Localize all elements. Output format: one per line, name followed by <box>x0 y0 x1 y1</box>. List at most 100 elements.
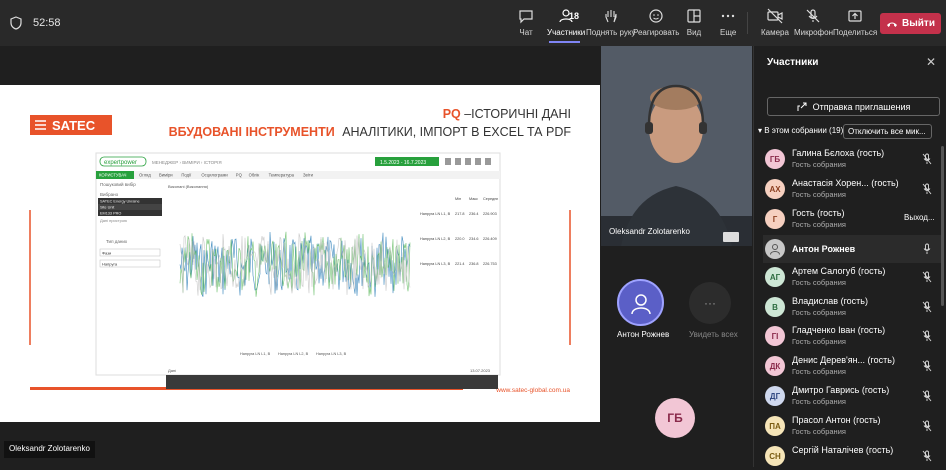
mic-off-icon <box>922 183 932 195</box>
participant-row[interactable]: ДК Денис Дерев'ян... (гость) Гость собрани… <box>763 352 943 380</box>
app-side-table-value: 226.903 <box>483 212 497 216</box>
toolbar-divider <box>747 12 748 34</box>
participant-tile-gb[interactable]: ГБ <box>655 398 695 438</box>
app-side-table-value: 226.409 <box>483 237 497 241</box>
heading-line1-rest: –ІСТОРИЧНІ ДАНІ <box>464 107 571 121</box>
app-tab: Виміри <box>159 173 173 178</box>
participant-role: Гость собрания <box>792 160 846 169</box>
app-screenshot: expertpower МЕНЕДЖЕР › ВИМІРИ › ІСТОРІЯ … <box>95 152 501 389</box>
app-breadcrumb: МЕНЕДЖЕР › ВИМІРИ › ІСТОРІЯ <box>152 160 222 165</box>
panel-title: Участники <box>767 57 819 68</box>
chat-icon <box>519 10 533 24</box>
app-chart-legend-item: Напруга LN L1, В <box>240 352 271 356</box>
app-side-table-value: 236.8 <box>469 262 479 266</box>
participant-name: Антон Рожнев <box>792 244 856 254</box>
heading-line1-accent: PQ <box>443 107 461 121</box>
participant-row[interactable]: ГБ Галина Бєлоха (гость) Гость собрания <box>763 145 943 173</box>
participant-row[interactable]: В Владислав (гость) Гость собрания <box>763 293 943 321</box>
participant-avatar: ПА <box>765 416 785 436</box>
shared-slide: SATEC PQ –ІСТОРИЧНІ ДАНІ ВБУДОВАНІ ІНСТР… <box>0 85 600 422</box>
see-all-button[interactable]: ··· <box>689 282 731 324</box>
app-sidebar-data-group: Дані пристрою <box>100 218 127 223</box>
app-tab: Осцилограми <box>201 173 228 178</box>
chat-label: Чат <box>519 28 533 37</box>
chat-button[interactable]: Чат <box>518 8 534 37</box>
participant-row[interactable]: ГІ Гладченко Іван (гость) Гость собрания <box>763 322 943 350</box>
mic-off-icon <box>922 450 932 462</box>
app-chart-legend-item: Напруга LN L2, В <box>278 352 309 356</box>
share-link-icon <box>797 102 807 111</box>
share-button[interactable]: Поделиться <box>833 8 877 37</box>
slide-canvas: SATEC PQ –ІСТОРИЧНІ ДАНІ ВБУДОВАНІ ІНСТР… <box>29 107 572 394</box>
mic-off-icon <box>922 360 932 372</box>
shield-icon <box>10 16 22 30</box>
raise-hand-button[interactable]: Поднять руку <box>586 8 635 37</box>
participant-row[interactable]: АГ Артем Салогуб (гость) Гость собрания <box>763 263 943 291</box>
slide-heading-line2: ВБУДОВАНІ ІНСТРУМЕНТИ АНАЛІТИКИ, ІМПОРТ … <box>169 125 572 139</box>
app-sidebar-item: SATEC Energy Ukraine <box>100 200 140 204</box>
app-side-table-header: Макс <box>469 197 478 201</box>
app-side-table-value: 234.6 <box>469 237 479 241</box>
leave-label: Выйти <box>902 18 935 29</box>
app-select-1: Фази <box>102 251 111 256</box>
participant-row[interactable]: ДГ Дмитро Гаврись (гость) Гость собрания <box>763 382 943 410</box>
heading-line2-accent: ВБУДОВАНІ ІНСТРУМЕНТИ <box>169 125 335 139</box>
react-button[interactable]: Реагировать <box>633 8 679 37</box>
leave-button[interactable]: Выйти <box>880 13 941 34</box>
participant-name: Артем Салогуб (гость) <box>792 266 886 276</box>
participant-role: Гость собрания <box>792 220 846 229</box>
close-icon[interactable]: ✕ <box>926 55 936 69</box>
participant-row[interactable]: ПА Прасол Антон (гость) Гость собрания <box>763 412 943 440</box>
app-side-table-header: Мін <box>455 197 461 201</box>
microphone-button[interactable]: Микрофон <box>794 8 833 37</box>
app-brand: expertpower <box>104 160 137 166</box>
participant-avatar: ДГ <box>765 386 785 406</box>
participant-name: Денис Дерев'ян... (гость) <box>792 355 895 365</box>
app-side-table-value: 217.8 <box>455 212 465 216</box>
more-button[interactable]: Еще <box>720 8 736 37</box>
mic-off-icon <box>922 420 932 432</box>
layout-icon <box>687 9 701 23</box>
app-sidebar-selected: Вибрано <box>100 192 119 197</box>
app-bottom-table-date: 13.07.2023 <box>470 368 491 373</box>
participant-role: Гость собрания <box>792 367 846 376</box>
share-label: Поделиться <box>833 28 878 37</box>
app-tab: Огляд <box>139 173 151 178</box>
mic-off-icon <box>922 390 932 402</box>
participants-button[interactable]: 18 Участники <box>547 8 585 37</box>
participant-role: Гость собрания <box>792 278 846 287</box>
participant-role: Гость собрания <box>792 427 846 436</box>
app-chart-title: Виконані (Виконання) <box>168 184 209 189</box>
participants-count: 18 <box>569 11 580 21</box>
view-label: Вид <box>686 28 702 37</box>
presenter-name-tag: Oleksandr Zolotarenko <box>4 441 95 458</box>
raise-hand-label: Поднять руку <box>586 28 636 37</box>
participant-avatar: ДК <box>765 356 785 376</box>
mic-off-icon <box>922 330 932 342</box>
participant-tile-name: Антон Рожнев <box>617 330 670 339</box>
participant-avatar: АГ <box>765 267 785 287</box>
app-sidebar-search: Пошуковий вибір <box>100 181 136 187</box>
speaker-video-tile[interactable] <box>601 46 752 246</box>
app-bottom-table-title: Дані <box>168 368 176 373</box>
camera-button[interactable]: Камера <box>761 8 789 37</box>
section-in-meeting[interactable]: ▾ В этом собрании (19) <box>758 126 843 135</box>
mute-all-button[interactable]: Отключить все мик... <box>843 124 932 139</box>
participant-row[interactable]: АХ Анастасія Хорен... (гость) Гость собран… <box>763 175 943 203</box>
participant-row[interactable]: Г Гость (гость) Гость собрания Выход... <box>763 205 943 233</box>
hand-icon <box>605 10 617 23</box>
participant-row[interactable]: СН Сергій Наталічев (гость) <box>763 442 943 470</box>
participant-row[interactable]: Антон Рожнев <box>763 235 943 263</box>
participant-avatar: ГІ <box>765 326 785 346</box>
participant-name: Прасол Антон (гость) <box>792 415 881 425</box>
app-chart-legend-item: Напруга LN L3, В <box>316 352 347 356</box>
participant-avatar: СН <box>765 446 785 466</box>
invite-button[interactable]: Отправка приглашения <box>767 97 940 116</box>
app-tab: PQ <box>236 173 243 178</box>
participant-tile-avatar[interactable] <box>617 279 664 326</box>
panel-scrollbar[interactable] <box>941 146 944 306</box>
view-button[interactable]: Вид <box>686 8 702 37</box>
participant-role: Гость собрания <box>792 337 846 346</box>
more-label: Еще <box>720 28 737 37</box>
participant-tile-gb-initials: ГБ <box>667 411 683 425</box>
